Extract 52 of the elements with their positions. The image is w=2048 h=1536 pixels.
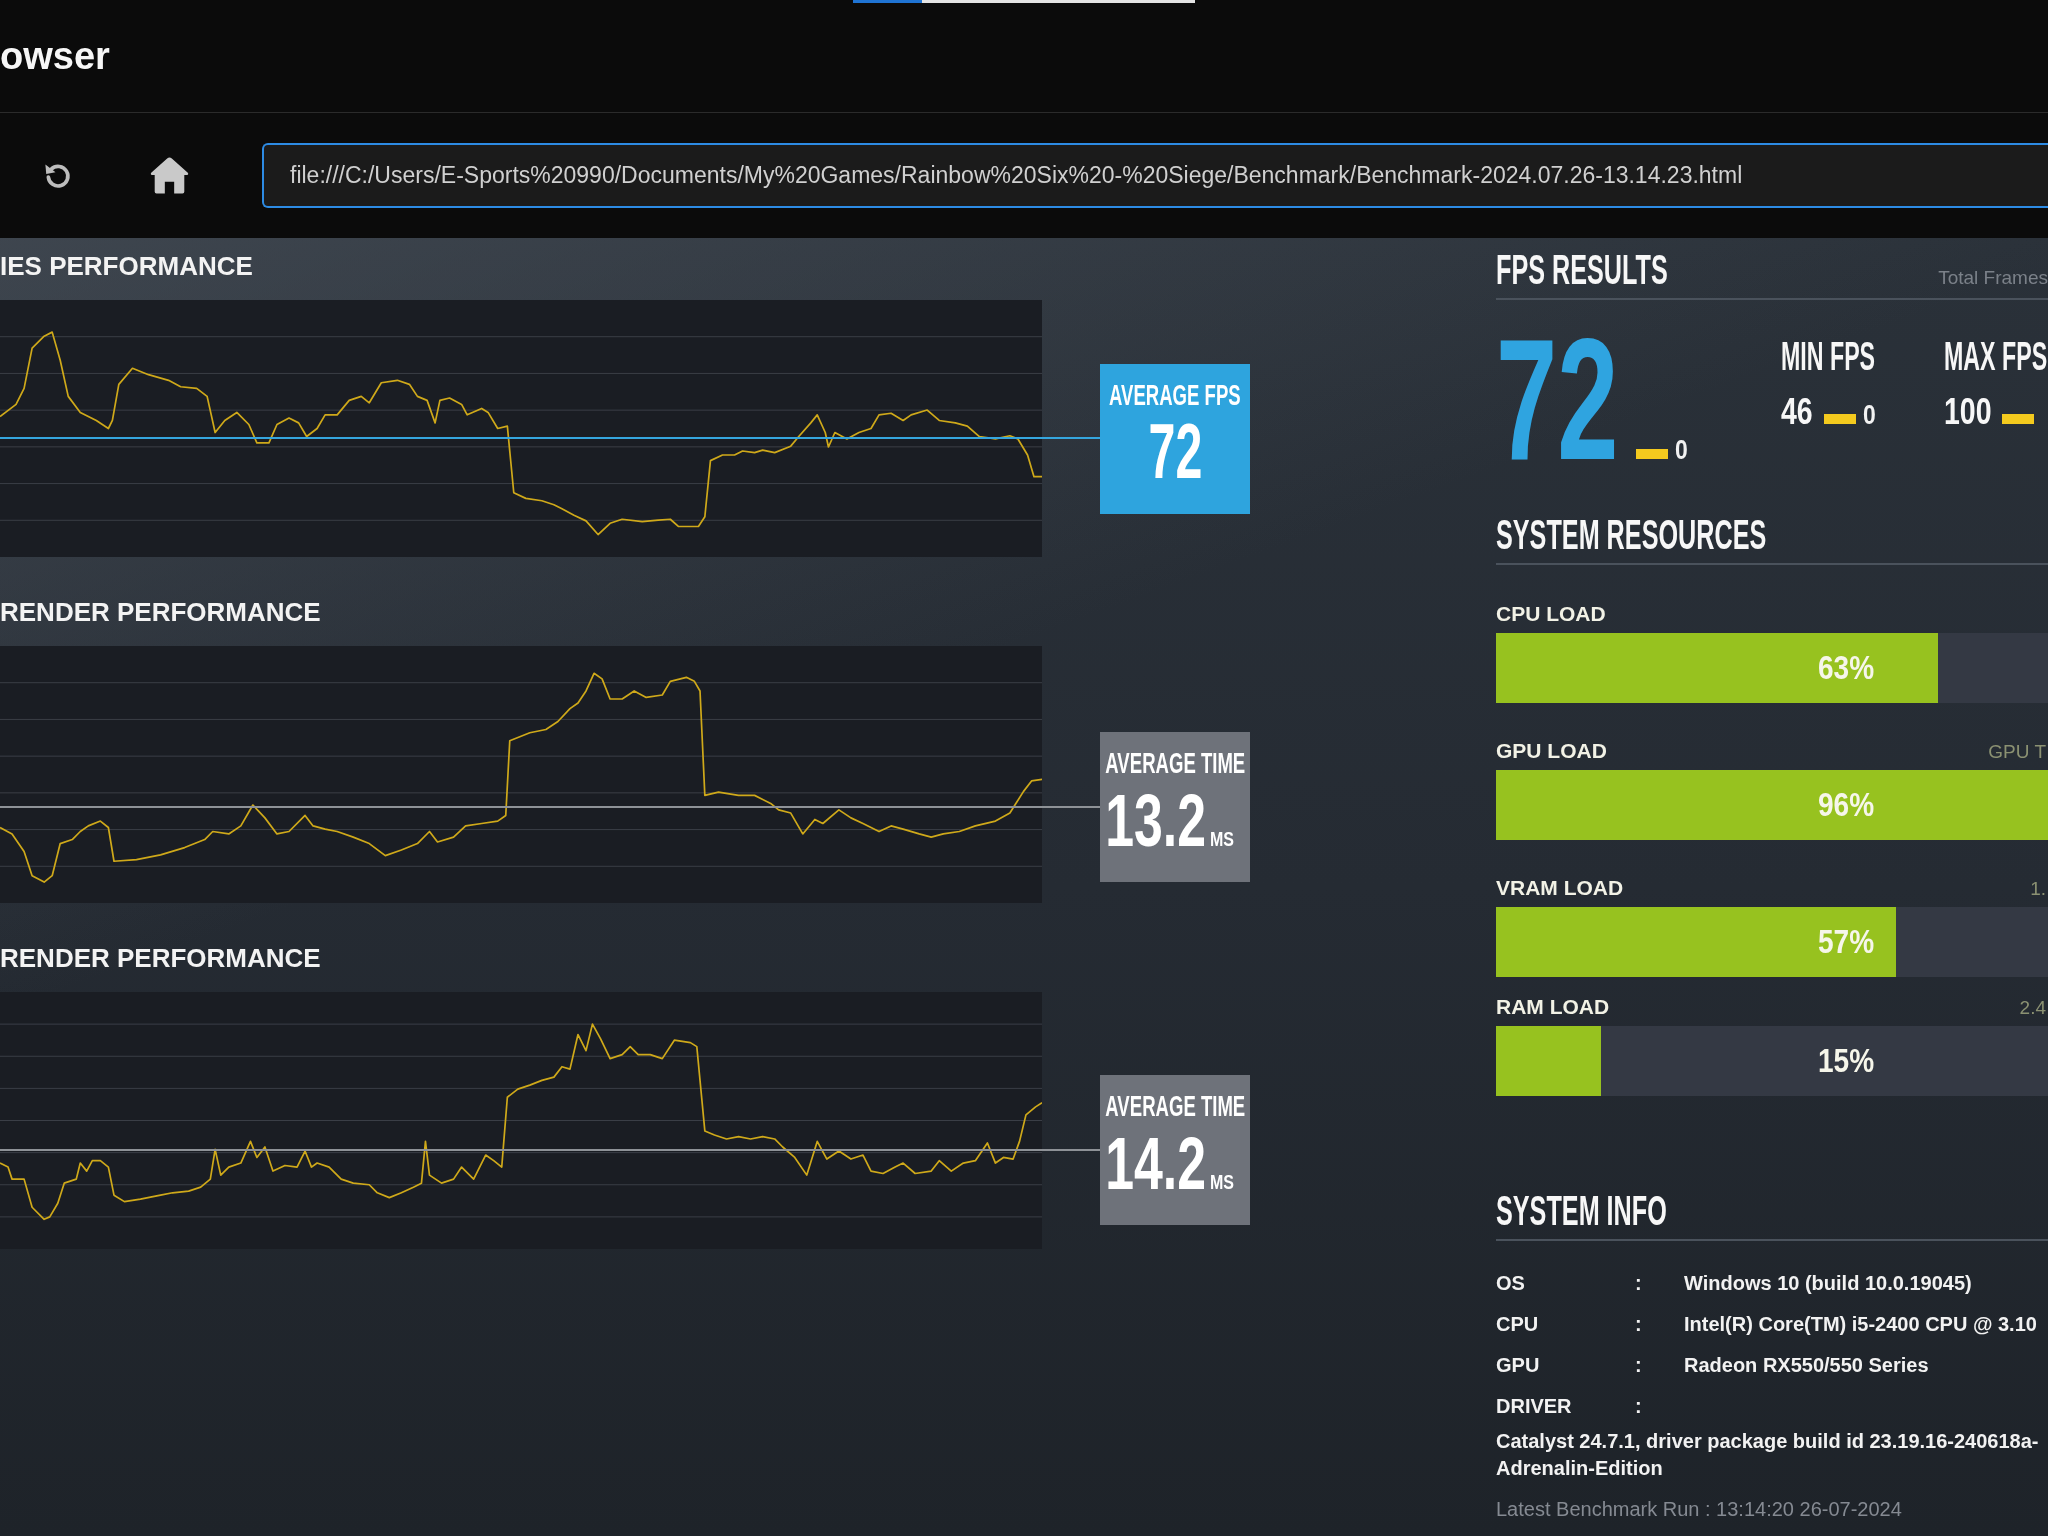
average-label: AVERAGE FPS	[1109, 379, 1241, 411]
resource-label: GPU LOAD	[1496, 739, 1607, 763]
total-frames-label: Total Frames	[1938, 267, 2048, 289]
change-value: 0	[1863, 400, 1876, 430]
info-label: GPU	[1496, 1353, 1541, 1378]
info-value: Windows 10 (build 10.0.19045)	[1684, 1271, 1972, 1296]
load-percent: 96%	[1818, 786, 1875, 824]
resource-label: RAM LOAD	[1496, 995, 1610, 1019]
load-percent: 63%	[1818, 649, 1875, 687]
resource-label: CPU LOAD	[1496, 602, 1606, 626]
info-separator: :	[1635, 1271, 1643, 1296]
resource-detail-label: 1.	[2030, 878, 2046, 900]
average-value: 72	[1148, 411, 1202, 491]
chart-title: RENDER PERFORMANCE	[0, 942, 321, 974]
unit-label: MS	[1210, 1171, 1234, 1194]
info-value: Radeon RX550/550 Series	[1684, 1353, 1929, 1378]
info-separator: :	[1635, 1394, 1643, 1419]
resource-detail-label: GPU T	[1988, 741, 2046, 763]
info-label: OS	[1496, 1271, 1526, 1296]
home-icon[interactable]	[150, 157, 189, 194]
stat-value: 46	[1781, 392, 1813, 432]
stat-value: 100	[1944, 392, 1992, 432]
latest-run-text: Latest Benchmark Run : 13:14:20 26-07-2024	[1496, 1497, 1902, 1522]
resource-label: VRAM LOAD	[1496, 876, 1624, 900]
dash-icon	[2002, 414, 2034, 424]
average-label: AVERAGE TIME	[1105, 747, 1245, 779]
stat-label: MAX FPS	[1944, 334, 2048, 378]
chart-title: RENDER PERFORMANCE	[0, 596, 321, 628]
stat-label: MIN FPS	[1781, 334, 1876, 378]
load-percent: 15%	[1818, 1042, 1875, 1080]
section-title: FPS RESULTS	[1496, 248, 1668, 292]
address-field[interactable]: file:///C:/Users/E-Sports%20990/Documents/My%20Games/Rainbow%20Six%20-%20Siege/Benchmark/Benchmark-2024.07.26-13.14.23.html	[262, 143, 2048, 208]
dash-icon	[1824, 414, 1856, 424]
info-separator: :	[1635, 1312, 1643, 1337]
info-label: DRIVER	[1496, 1394, 1573, 1419]
load-percent: 57%	[1818, 923, 1875, 961]
info-separator: :	[1635, 1353, 1643, 1378]
average-value: 13.2	[1105, 783, 1206, 859]
average-value: 14.2	[1105, 1126, 1206, 1202]
resource-detail-label: 2.4	[2019, 997, 2046, 1019]
average-label: AVERAGE TIME	[1105, 1090, 1245, 1122]
chart-title: IES PERFORMANCE	[0, 250, 253, 282]
info-value: Intel(R) Core(TM) i5-2400 CPU @ 3.10	[1684, 1312, 2037, 1337]
dash-icon	[1636, 449, 1668, 459]
info-label: CPU	[1496, 1312, 1540, 1337]
section-title: SYSTEM INFO	[1496, 1189, 1667, 1233]
window-title: owser	[0, 34, 110, 78]
change-value: 0	[1675, 435, 1688, 465]
section-title: SYSTEM RESOURCES	[1496, 513, 1767, 557]
unit-label: MS	[1210, 828, 1234, 851]
driver-value: Catalyst 24.7.1, driver package build id 23.19.16-240618a- Adrenalin-Edition	[1496, 1429, 2039, 1481]
average-fps-value: 72	[1496, 334, 1619, 464]
